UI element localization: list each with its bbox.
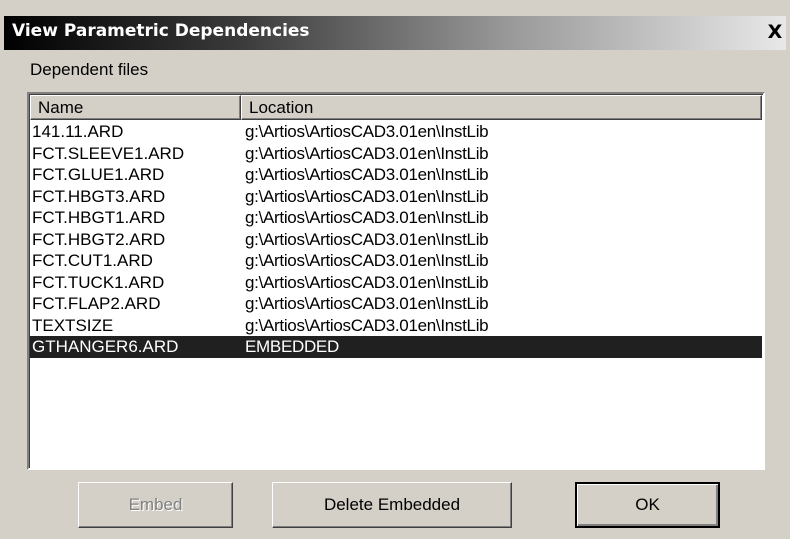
file-location-cell: g:\Artios\ArtiosCAD3.01en\InstLib: [245, 165, 489, 184]
file-location-cell: g:\Artios\ArtiosCAD3.01en\InstLib: [245, 122, 489, 141]
list-item[interactable]: FCT.SLEEVE1.ARD g:\Artios\ArtiosCAD3.01en…: [30, 143, 762, 165]
delete-embedded-button[interactable]: Delete Embedded: [272, 482, 512, 528]
list-item[interactable]: FCT.CUT1.ARD g:\Artios\ArtiosCAD3.01en\In…: [30, 250, 762, 272]
column-header-location[interactable]: Location: [241, 95, 762, 120]
list-item[interactable]: TEXTSIZE g:\Artios\ArtiosCAD3.01en\InstLi…: [30, 315, 762, 337]
file-name-cell: FCT.HBGT2.ARD: [32, 229, 166, 249]
file-name-cell: FCT.HBGT1.ARD: [32, 208, 166, 227]
file-location-cell: EMBEDDED: [245, 337, 339, 356]
close-icon[interactable]: X: [764, 20, 786, 44]
file-name-cell: FCT.GLUE1.ARD: [32, 165, 165, 184]
window-title: View Parametric Dependencies: [12, 21, 310, 41]
list-header: Name Location: [30, 95, 762, 120]
file-name-cell: GTHANGER6.ARD: [32, 337, 179, 356]
file-location-cell: g:\Artios\ArtiosCAD3.01en\InstLib: [245, 294, 489, 313]
list-item[interactable]: FCT.GLUE1.ARD g:\Artios\ArtiosCAD3.01en\I…: [30, 164, 762, 186]
list-item[interactable]: FCT.HBGT2.ARD g:\Artios\ArtiosCAD3.01en\I…: [30, 229, 762, 251]
list-item[interactable]: FCT.HBGT1.ARD g:\Artios\ArtiosCAD3.01en\I…: [30, 207, 762, 229]
file-location-cell: g:\Artios\ArtiosCAD3.01en\InstLib: [245, 315, 489, 335]
list-rows: 141.11.ARD g:\Artios\ArtiosCAD3.01en\Inst…: [30, 121, 762, 358]
ok-button[interactable]: OK: [575, 482, 720, 528]
file-location-cell: g:\Artios\ArtiosCAD3.01en\InstLib: [245, 229, 489, 249]
file-location-cell: g:\Artios\ArtiosCAD3.01en\InstLib: [245, 186, 489, 206]
file-name-cell: FCT.CUT1.ARD: [32, 251, 153, 270]
list-item[interactable]: 141.11.ARD g:\Artios\ArtiosCAD3.01en\Inst…: [30, 121, 762, 143]
file-location-cell: g:\Artios\ArtiosCAD3.01en\InstLib: [245, 251, 489, 270]
column-header-name[interactable]: Name: [30, 95, 241, 120]
dependent-files-label: Dependent files: [30, 60, 149, 79]
file-name-cell: 141.11.ARD: [32, 122, 124, 141]
file-location-cell: g:\Artios\ArtiosCAD3.01en\InstLib: [245, 143, 489, 163]
title-bar[interactable]: View Parametric Dependencies X: [4, 16, 786, 50]
file-name-cell: FCT.TUCK1.ARD: [32, 272, 165, 292]
file-name-cell: FCT.FLAP2.ARD: [32, 294, 161, 313]
list-item[interactable]: GTHANGER6.ARD EMBEDDED: [30, 336, 762, 358]
dependent-files-list[interactable]: Name Location 141.11.ARD g:\Artios\Artios…: [27, 92, 765, 470]
list-item[interactable]: FCT.FLAP2.ARD g:\Artios\ArtiosCAD3.01en\I…: [30, 293, 762, 315]
list-item[interactable]: FCT.HBGT3.ARD g:\Artios\ArtiosCAD3.01en\I…: [30, 186, 762, 208]
embed-button: Embed: [78, 482, 233, 528]
list-item[interactable]: FCT.TUCK1.ARD g:\Artios\ArtiosCAD3.01en\I…: [30, 272, 762, 294]
file-location-cell: g:\Artios\ArtiosCAD3.01en\InstLib: [245, 272, 489, 292]
parametric-dependencies-dialog: View Parametric Dependencies X Dependent…: [0, 0, 790, 539]
file-name-cell: FCT.HBGT3.ARD: [32, 186, 166, 206]
file-name-cell: TEXTSIZE: [32, 315, 114, 335]
file-name-cell: FCT.SLEEVE1.ARD: [32, 143, 185, 163]
file-location-cell: g:\Artios\ArtiosCAD3.01en\InstLib: [245, 208, 489, 227]
